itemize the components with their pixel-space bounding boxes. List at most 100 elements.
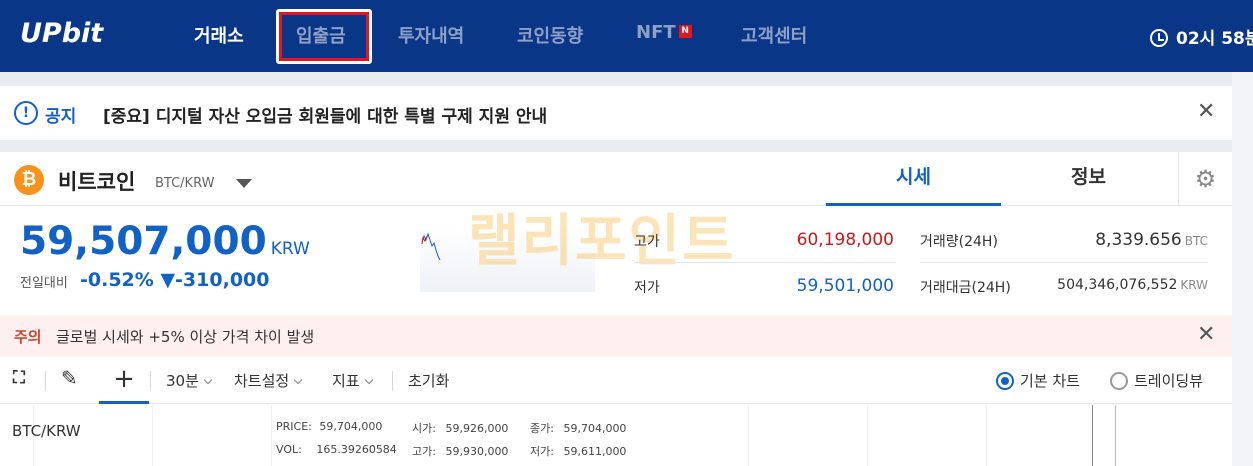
close-notice-icon[interactable]: ✕ bbox=[1197, 99, 1215, 124]
grid-line bbox=[986, 405, 987, 466]
change-amount: ▼-310,000 bbox=[160, 269, 270, 291]
price-label: PRICE: bbox=[276, 420, 312, 433]
current-price-value: 59,507,000 bbox=[20, 219, 267, 264]
tab-market-price[interactable]: 시세 bbox=[826, 152, 1001, 206]
candle-wick bbox=[1115, 405, 1116, 466]
vol-value: 165.39260584 bbox=[316, 443, 397, 456]
ohlc-volume: VOL: 165.39260584 bbox=[276, 443, 397, 456]
upbit-logo[interactable]: UPbit bbox=[20, 18, 103, 49]
fullscreen-icon[interactable]: ⛶ bbox=[13, 368, 25, 388]
toolbar-divider bbox=[150, 371, 151, 391]
close-warning-icon[interactable]: ✕ bbox=[1197, 322, 1215, 347]
right-side-panel-edge bbox=[1232, 72, 1253, 466]
candle-wick bbox=[1092, 405, 1093, 466]
divider bbox=[920, 262, 1208, 263]
nav-exchange[interactable]: 거래소 bbox=[194, 22, 244, 48]
chevron-down-icon bbox=[364, 375, 373, 385]
trade-amount-label: 거래대금(24H) bbox=[920, 280, 1011, 296]
mini-chart-line-down bbox=[421, 232, 441, 261]
low-value: 59,501,000 bbox=[796, 276, 894, 296]
chart-pair-label: BTC/KRW bbox=[12, 422, 81, 440]
new-badge: N bbox=[678, 25, 692, 38]
interval-label: 30분 bbox=[166, 372, 199, 390]
chart-toolbar: ⛶ ✎ + 30분 차트설정 지표 초기화 기본 차트 트레이딩뷰 bbox=[0, 357, 1232, 404]
volume-number: 8,339.656 bbox=[1095, 230, 1182, 250]
high-label: 고가: bbox=[412, 445, 436, 458]
ohlc-open: 시가: 59,926,000 bbox=[412, 420, 508, 436]
clock-time: 02시 58분 bbox=[1176, 29, 1253, 49]
open-value: 59,926,000 bbox=[445, 422, 509, 435]
high-value: 59,930,000 bbox=[445, 445, 509, 458]
ohlc-high: 고가: 59,930,000 bbox=[412, 443, 508, 459]
basic-chart-radio[interactable]: 기본 차트 bbox=[996, 370, 1080, 391]
close-label: 종가: bbox=[530, 422, 554, 435]
tab-info[interactable]: 정보 bbox=[1001, 152, 1176, 206]
top-navigation-bar: UPbit 거래소 입출금 투자내역 코인동향 NFT N 고객센터 02시 58… bbox=[0, 0, 1253, 72]
price-unit: KRW bbox=[270, 239, 310, 259]
chevron-down-icon bbox=[203, 375, 213, 385]
exclamation-icon: ! bbox=[14, 101, 38, 125]
coin-pair: BTC/KRW bbox=[155, 176, 215, 191]
tradingview-label: 트레이딩뷰 bbox=[1134, 372, 1204, 390]
server-clock: 02시 58분 bbox=[1150, 24, 1253, 49]
chart-settings-label: 차트설정 bbox=[234, 372, 290, 390]
indicators-label: 지표 bbox=[332, 372, 360, 390]
coin-name: 비트코인 bbox=[58, 170, 136, 194]
toolbar-divider bbox=[392, 371, 393, 391]
clock-icon bbox=[1150, 29, 1168, 47]
chevron-down-icon bbox=[293, 375, 303, 385]
indicators-select[interactable]: 지표 bbox=[332, 370, 373, 391]
grid-line bbox=[748, 405, 749, 466]
notice-link[interactable]: [중요] 디지털 자산 오입금 회원들에 대한 특별 구제 지원 안내 bbox=[103, 102, 547, 127]
low-label: 저가: bbox=[530, 445, 554, 458]
ohlc-price: PRICE: 59,704,000 bbox=[276, 420, 382, 433]
high-value: 60,198,000 bbox=[796, 230, 894, 250]
change-info: -0.52% ▼-310,000 bbox=[80, 269, 269, 291]
change-rate: -0.52% bbox=[80, 269, 154, 291]
trade-amount-value: 504,346,076,552 KRW bbox=[1030, 277, 1208, 293]
volume-value: 8,339.656 BTC bbox=[1040, 230, 1208, 250]
price-value: 59,704,000 bbox=[319, 420, 383, 433]
watermark-text: 랠리포인트 bbox=[468, 209, 736, 274]
close-value: 59,704,000 bbox=[563, 422, 627, 435]
notice-label: 공지 bbox=[45, 107, 77, 127]
pencil-icon[interactable]: ✎ bbox=[61, 366, 78, 390]
warning-label: 주의 bbox=[14, 328, 42, 346]
volume-unit: BTC bbox=[1184, 234, 1208, 248]
open-label: 시가: bbox=[412, 422, 436, 435]
grid-line bbox=[152, 405, 153, 466]
interval-select[interactable]: 30분 bbox=[166, 370, 213, 391]
radio-unselected-icon bbox=[1110, 372, 1128, 390]
vol-label: VOL: bbox=[276, 443, 302, 456]
coin-select-dropdown-icon[interactable] bbox=[236, 179, 252, 188]
nav-nft[interactable]: NFT N bbox=[636, 22, 692, 43]
ohlc-low: 저가: 59,611,000 bbox=[530, 443, 626, 459]
grid-line bbox=[867, 405, 868, 466]
trade-amount-number: 504,346,076,552 bbox=[1057, 277, 1178, 293]
low-value: 59,611,000 bbox=[563, 445, 627, 458]
nav-deposit-withdraw[interactable]: 입출금 bbox=[296, 22, 346, 48]
reset-button[interactable]: 초기화 bbox=[408, 370, 449, 391]
candlestick-chart-area[interactable]: BTC/KRW PRICE: 59,704,000 VOL: 165.39260… bbox=[0, 405, 1232, 466]
gear-icon[interactable]: ⚙ bbox=[1178, 152, 1232, 206]
nav-investments[interactable]: 투자내역 bbox=[398, 22, 464, 48]
trade-amount-unit: KRW bbox=[1180, 278, 1208, 292]
basic-chart-label: 기본 차트 bbox=[1020, 372, 1080, 390]
radio-selected-icon bbox=[996, 372, 1014, 390]
warning-text: 글로벌 시세와 +5% 이상 가격 차이 발생 bbox=[56, 328, 315, 346]
toolbar-divider bbox=[45, 371, 46, 391]
current-price: 59,507,000 KRW bbox=[20, 219, 310, 264]
nav-coin-trends[interactable]: 코인동향 bbox=[517, 22, 583, 48]
crosshair-plus-icon[interactable]: + bbox=[99, 357, 149, 404]
grid-line bbox=[271, 405, 272, 466]
notice-bar: ! 공지 [중요] 디지털 자산 오입금 회원들에 대한 특별 구제 지원 안내… bbox=[0, 86, 1232, 140]
tradingview-radio[interactable]: 트레이딩뷰 bbox=[1110, 370, 1203, 391]
high-label: 고가 bbox=[634, 234, 660, 250]
price-gap-warning: 주의 글로벌 시세와 +5% 이상 가격 차이 발생 ✕ bbox=[0, 315, 1232, 357]
ohlc-close: 종가: 59,704,000 bbox=[530, 420, 626, 436]
change-label: 전일대비 bbox=[20, 276, 68, 291]
chart-settings-select[interactable]: 차트설정 bbox=[234, 370, 303, 391]
nav-customer-center[interactable]: 고객센터 bbox=[741, 22, 807, 48]
low-label: 저가 bbox=[634, 280, 660, 296]
bitcoin-icon: ₿ bbox=[14, 165, 44, 195]
